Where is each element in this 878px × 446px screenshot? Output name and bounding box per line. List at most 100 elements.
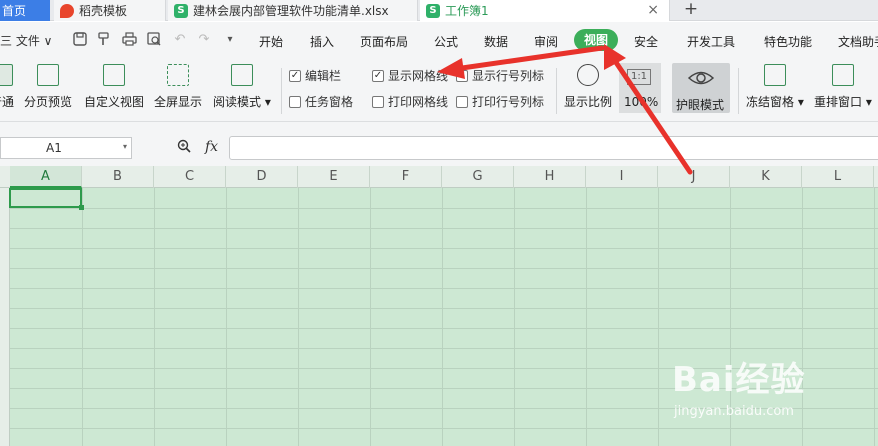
custom-view-label: 自定义视图 bbox=[84, 95, 145, 109]
formula-bar: A1 ▾ fx bbox=[0, 122, 878, 166]
zoom-ratio-button[interactable]: 显示比例 bbox=[564, 64, 612, 110]
rearrange-windows-button[interactable]: 重排窗口 ▾ bbox=[814, 64, 872, 110]
print-preview-icon[interactable] bbox=[146, 31, 162, 47]
column-header-g[interactable]: G bbox=[442, 166, 514, 188]
active-cell-a1[interactable] bbox=[9, 188, 84, 210]
column-header-c[interactable]: C bbox=[154, 166, 226, 188]
full-screen-button[interactable]: 全屏显示 bbox=[154, 64, 202, 110]
menu-developer-tools[interactable]: 开发工具 bbox=[687, 33, 735, 50]
view-ribbon: 普通 分页预览 自定义视图 全屏显示 阅读模式 ▾ ✓ 编辑栏 ✓ 显示网格线 … bbox=[0, 60, 878, 122]
menu-insert[interactable]: 插入 bbox=[310, 33, 334, 50]
column-header-d[interactable]: D bbox=[226, 166, 298, 188]
name-box-dropdown-icon[interactable]: ▾ bbox=[123, 142, 127, 151]
menu-formula[interactable]: 公式 bbox=[434, 33, 458, 50]
menu-review[interactable]: 审阅 bbox=[534, 33, 558, 50]
menu-page-layout[interactable]: 页面布局 bbox=[360, 33, 408, 50]
column-header-e[interactable]: E bbox=[298, 166, 370, 188]
gridline bbox=[10, 348, 878, 349]
column-header-b[interactable]: B bbox=[82, 166, 154, 188]
formula-input[interactable] bbox=[229, 136, 878, 160]
full-screen-label: 全屏显示 bbox=[154, 95, 203, 109]
tab-docer[interactable]: 稻壳模板 bbox=[54, 0, 166, 21]
gridline bbox=[10, 428, 878, 429]
redo-icon[interactable]: ↷ bbox=[196, 31, 212, 47]
rearrange-windows-icon bbox=[831, 64, 854, 86]
gridline bbox=[10, 288, 878, 289]
task-pane-checkbox-label: 任务窗格 bbox=[305, 95, 354, 109]
tab-workbook1-label: 工作簿1 bbox=[445, 4, 489, 18]
full-screen-icon bbox=[167, 64, 189, 86]
menu-bar: 三 文件 ∨ ↶ ↷ ▾ 开始 插入 页面布局 公式 数据 审阅 视图 安全 开… bbox=[0, 22, 878, 60]
zoom-100-button[interactable]: 1:1 100% bbox=[619, 63, 661, 113]
print-gridlines-checkbox-box bbox=[372, 95, 384, 108]
one-to-one-icon: 1:1 bbox=[627, 69, 651, 85]
print-headings-checkbox-box bbox=[456, 95, 468, 108]
eye-protection-mode-button[interactable]: 护眼模式 bbox=[672, 63, 730, 113]
close-tab-icon[interactable]: × bbox=[647, 2, 659, 18]
custom-view-button[interactable]: 自定义视图 bbox=[84, 64, 144, 110]
show-headings-checkbox[interactable]: ✓ 显示行号列标 bbox=[456, 67, 544, 84]
freeze-panes-button[interactable]: 冻结窗格 ▾ bbox=[746, 64, 804, 110]
reading-mode-button[interactable]: 阅读模式 ▾ bbox=[213, 64, 271, 110]
menu-doc-assistant[interactable]: 文档助手 bbox=[838, 33, 878, 50]
show-gridlines-checkbox-box: ✓ bbox=[372, 69, 384, 82]
print-icon[interactable] bbox=[121, 31, 137, 47]
menu-view[interactable]: 视图 bbox=[574, 29, 618, 51]
column-header-j[interactable]: J bbox=[658, 166, 730, 188]
file-menu[interactable]: 三 文件 ∨ bbox=[0, 32, 52, 49]
menu-start[interactable]: 开始 bbox=[259, 33, 283, 50]
reading-mode-label: 阅读模式 ▾ bbox=[213, 95, 271, 109]
format-painter-icon[interactable] bbox=[96, 31, 112, 47]
show-gridlines-checkbox[interactable]: ✓ 显示网格线 bbox=[372, 67, 448, 84]
page-break-preview-button[interactable]: 分页预览 bbox=[24, 64, 72, 110]
name-box[interactable]: A1 bbox=[0, 137, 132, 159]
print-headings-checkbox[interactable]: 打印行号列标 bbox=[456, 93, 544, 110]
tab-xlsx-label: 建林会展内部管理软件功能清单.xlsx bbox=[193, 4, 389, 18]
gridline bbox=[10, 248, 878, 249]
zoom-ratio-label: 显示比例 bbox=[564, 95, 613, 109]
column-header-l[interactable]: L bbox=[802, 166, 874, 188]
column-header-h[interactable]: H bbox=[514, 166, 586, 188]
tab-docer-label: 稻壳模板 bbox=[79, 4, 128, 18]
normal-view-button[interactable]: 普通 bbox=[0, 64, 14, 110]
new-tab-button[interactable]: + bbox=[680, 0, 702, 21]
quick-access-dropdown-icon[interactable]: ▾ bbox=[222, 31, 238, 47]
column-header-a[interactable]: A bbox=[10, 166, 82, 188]
menu-security[interactable]: 安全 bbox=[634, 33, 658, 50]
tab-home[interactable]: 首页 bbox=[0, 0, 50, 21]
gridline bbox=[10, 268, 878, 269]
fx-icon[interactable]: fx bbox=[205, 139, 218, 155]
spreadsheet-icon: S bbox=[426, 3, 440, 18]
column-header-i[interactable]: I bbox=[586, 166, 658, 188]
menu-special-features[interactable]: 特色功能 bbox=[764, 33, 812, 50]
docer-icon bbox=[60, 3, 74, 18]
print-gridlines-checkbox[interactable]: 打印网格线 bbox=[372, 93, 448, 110]
rearrange-windows-label: 重排窗口 ▾ bbox=[814, 95, 872, 109]
ribbon-divider bbox=[738, 68, 739, 114]
eye-protection-mode-label: 护眼模式 bbox=[676, 98, 725, 112]
menu-data[interactable]: 数据 bbox=[484, 33, 508, 50]
normal-view-label: 普通 bbox=[0, 95, 15, 109]
page-break-preview-label: 分页预览 bbox=[24, 95, 73, 109]
row-header-column[interactable] bbox=[0, 188, 10, 446]
watermark-brand: Bai经验 bbox=[672, 360, 806, 400]
tab-workbook1[interactable]: S 工作簿1 × bbox=[420, 0, 670, 21]
gridline bbox=[10, 208, 878, 209]
formula-bar-checkbox-label: 编辑栏 bbox=[305, 69, 342, 83]
formula-bar-checkbox-box: ✓ bbox=[289, 69, 301, 82]
zoom-100-label: 100% bbox=[624, 95, 659, 109]
undo-icon[interactable]: ↶ bbox=[172, 31, 188, 47]
freeze-panes-label: 冻结窗格 ▾ bbox=[746, 95, 804, 109]
show-headings-checkbox-box: ✓ bbox=[456, 69, 468, 82]
tab-bar: 首页 稻壳模板 S 建林会展内部管理软件功能清单.xlsx S 工作簿1 × + bbox=[0, 0, 878, 21]
freeze-panes-icon bbox=[763, 64, 786, 86]
formula-bar-checkbox[interactable]: ✓ 编辑栏 bbox=[289, 67, 341, 84]
column-header-f[interactable]: F bbox=[370, 166, 442, 188]
gridline bbox=[10, 228, 878, 229]
save-icon[interactable] bbox=[72, 31, 88, 47]
zoom-icon[interactable] bbox=[177, 139, 191, 157]
column-header-k[interactable]: K bbox=[730, 166, 802, 188]
spreadsheet-icon: S bbox=[174, 3, 188, 18]
task-pane-checkbox[interactable]: 任务窗格 bbox=[289, 93, 353, 110]
tab-xlsx-file[interactable]: S 建林会展内部管理软件功能清单.xlsx bbox=[168, 0, 418, 21]
